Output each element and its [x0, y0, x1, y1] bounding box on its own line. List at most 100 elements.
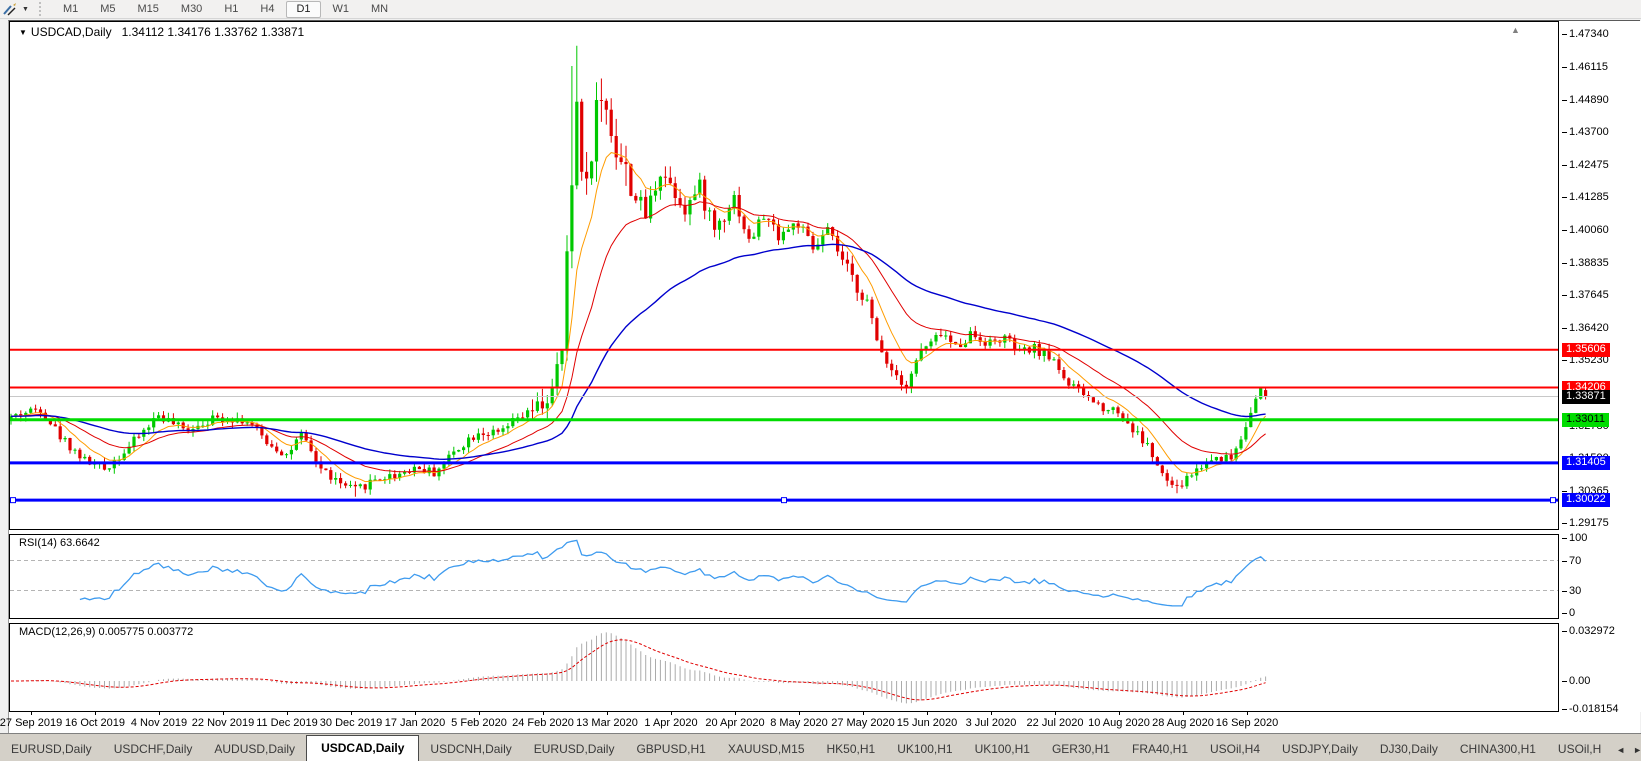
date-tick [927, 712, 928, 715]
tab-usoil-17[interactable]: USOil,H [1547, 737, 1612, 761]
timeframe-button-d1[interactable]: D1 [286, 1, 320, 18]
toolbar-separator [39, 2, 44, 16]
chart-ohlc-values: 1.34112 1.34176 1.33762 1.33871 [122, 25, 305, 39]
tab-dj30-15[interactable]: DJ30,Daily [1369, 737, 1449, 761]
time-axis[interactable]: 27 Sep 201916 Oct 20194 Nov 201922 Nov 2… [9, 712, 1559, 734]
mt4-application: ▼ M1M5M15M30H1H4D1W1MN ▼ USDCAD,Daily 1.34… [0, 0, 1641, 761]
rsi-tick-100: 100 [1569, 532, 1587, 544]
date-tick [351, 712, 352, 715]
macd-tick--0.018154: -0.018154 [1569, 703, 1619, 715]
macd-chart-canvas[interactable] [9, 623, 1559, 712]
tab-china300-16[interactable]: CHINA300,H1 [1449, 737, 1547, 761]
tab-ger30-11[interactable]: GER30,H1 [1041, 737, 1121, 761]
date-label-0: 27 Sep 2019 [0, 717, 62, 729]
price-tick-1.40060: 1.40060 [1569, 224, 1609, 236]
symbol-tab-bar: EURUSD,DailyUSDCHF,DailyAUDUSD,DailyUSDC… [0, 733, 1641, 761]
date-tick [159, 712, 160, 715]
date-label-10: 1 Apr 2020 [644, 717, 697, 729]
tab-eurusd-0[interactable]: EURUSD,Daily [0, 737, 103, 761]
current-price-label: 1.33871 [1562, 390, 1610, 404]
macd-tick-0.032972: 0.032972 [1569, 625, 1615, 637]
price-tick-1.44890: 1.44890 [1569, 94, 1609, 106]
rsi-tick-70: 70 [1569, 555, 1581, 567]
timeframe-button-w1[interactable]: W1 [323, 1, 360, 18]
date-label-3: 22 Nov 2019 [192, 717, 254, 729]
timeframe-button-m15[interactable]: M15 [128, 1, 169, 18]
date-tick [95, 712, 96, 715]
rsi-tick-0: 0 [1569, 607, 1575, 619]
tab-scroll-right-icon[interactable]: ► [1633, 745, 1641, 755]
hline-price-label-1.33011: 1.33011 [1562, 413, 1609, 427]
timeframe-button-m5[interactable]: M5 [90, 1, 125, 18]
chart-title: USDCAD,Daily [31, 25, 112, 39]
chevron-down-icon[interactable]: ▼ [22, 6, 29, 13]
timeframe-toolbar: ▼ M1M5M15M30H1H4D1W1MN [0, 0, 1641, 19]
tab-usoil-13[interactable]: USOil,H4 [1199, 737, 1271, 761]
price-tick-1.36420: 1.36420 [1569, 322, 1609, 334]
date-label-8: 24 Feb 2020 [512, 717, 574, 729]
date-tick [31, 712, 32, 715]
rsi-chart-canvas[interactable] [9, 534, 1559, 619]
tab-audusd-2[interactable]: AUDUSD,Daily [203, 737, 306, 761]
date-label-2: 4 Nov 2019 [131, 717, 187, 729]
date-label-11: 20 Apr 2020 [705, 717, 764, 729]
timeframe-group: M1M5M15M30H1H4D1W1MN [52, 1, 399, 18]
price-tick-1.42475: 1.42475 [1569, 159, 1609, 171]
date-label-5: 30 Dec 2019 [320, 717, 382, 729]
price-tick-1.41285: 1.41285 [1569, 191, 1609, 203]
tab-uk100-9[interactable]: UK100,H1 [886, 737, 963, 761]
tab-usdcad-3[interactable]: USDCAD,Daily [306, 735, 419, 761]
price-tick-1.43700: 1.43700 [1569, 126, 1609, 138]
tab-fra40-12[interactable]: FRA40,H1 [1121, 737, 1199, 761]
tab-eurusd-5[interactable]: EURUSD,Daily [523, 737, 626, 761]
timeframe-button-m1[interactable]: M1 [53, 1, 88, 18]
macd-pane[interactable]: MACD(12,26,9) 0.005775 0.003772 [9, 623, 1559, 712]
date-tick [991, 712, 992, 715]
tab-scroll-buttons: ◄► [1612, 745, 1641, 761]
price-axis[interactable]: 1.473401.461151.448901.437001.424751.412… [1559, 21, 1641, 712]
date-tick [671, 712, 672, 715]
macd-label: MACD(12,26,9) 0.005775 0.003772 [19, 626, 193, 638]
tab-scroll-left-icon[interactable]: ◄ [1616, 745, 1625, 755]
tab-xauusd-7[interactable]: XAUUSD,M15 [717, 737, 816, 761]
date-label-9: 13 Mar 2020 [576, 717, 638, 729]
date-label-17: 10 Aug 2020 [1088, 717, 1150, 729]
chart-tool-icon[interactable] [2, 2, 22, 16]
date-tick [543, 712, 544, 715]
symbol-dropdown-icon[interactable]: ▼ [19, 28, 27, 37]
chart-window: ▼ USDCAD,Daily 1.34112 1.34176 1.33762 1.3… [8, 20, 1640, 733]
price-tick-1.38835: 1.38835 [1569, 257, 1609, 269]
date-label-13: 27 May 2020 [831, 717, 895, 729]
date-label-14: 15 Jun 2020 [897, 717, 958, 729]
date-tick [1183, 712, 1184, 715]
price-tick-1.47340: 1.47340 [1569, 28, 1609, 40]
tab-usdcnh-4[interactable]: USDCNH,Daily [419, 737, 522, 761]
date-tick [735, 712, 736, 715]
timeframe-button-mn[interactable]: MN [361, 1, 398, 18]
hline-price-label-1.35606: 1.35606 [1562, 343, 1610, 357]
rsi-label: RSI(14) 63.6642 [19, 537, 100, 549]
svg-text:▲: ▲ [1511, 25, 1520, 35]
date-tick [1119, 712, 1120, 715]
date-tick [415, 712, 416, 715]
tab-uk100-10[interactable]: UK100,H1 [964, 737, 1041, 761]
rsi-tick-30: 30 [1569, 585, 1581, 597]
date-label-7: 5 Feb 2020 [451, 717, 507, 729]
timeframe-button-h1[interactable]: H1 [214, 1, 248, 18]
timeframe-button-h4[interactable]: H4 [250, 1, 284, 18]
tab-usdchf-1[interactable]: USDCHF,Daily [103, 737, 204, 761]
hline-price-label-1.31405: 1.31405 [1562, 456, 1610, 470]
tab-hk50-8[interactable]: HK50,H1 [816, 737, 887, 761]
tab-usdjpy-14[interactable]: USDJPY,Daily [1271, 737, 1369, 761]
price-chart-canvas[interactable]: ▲ [9, 21, 1559, 530]
date-label-19: 16 Sep 2020 [1216, 717, 1278, 729]
tab-gbpusd-6[interactable]: GBPUSD,H1 [625, 737, 716, 761]
rsi-pane[interactable]: RSI(14) 63.6642 [9, 534, 1559, 619]
date-tick [479, 712, 480, 715]
date-tick [223, 712, 224, 715]
date-tick [287, 712, 288, 715]
main-price-pane[interactable]: ▼ USDCAD,Daily 1.34112 1.34176 1.33762 1.3… [9, 21, 1559, 530]
timeframe-button-m30[interactable]: M30 [171, 1, 212, 18]
date-label-15: 3 Jul 2020 [966, 717, 1017, 729]
hline-price-label-1.30022: 1.30022 [1562, 493, 1610, 507]
